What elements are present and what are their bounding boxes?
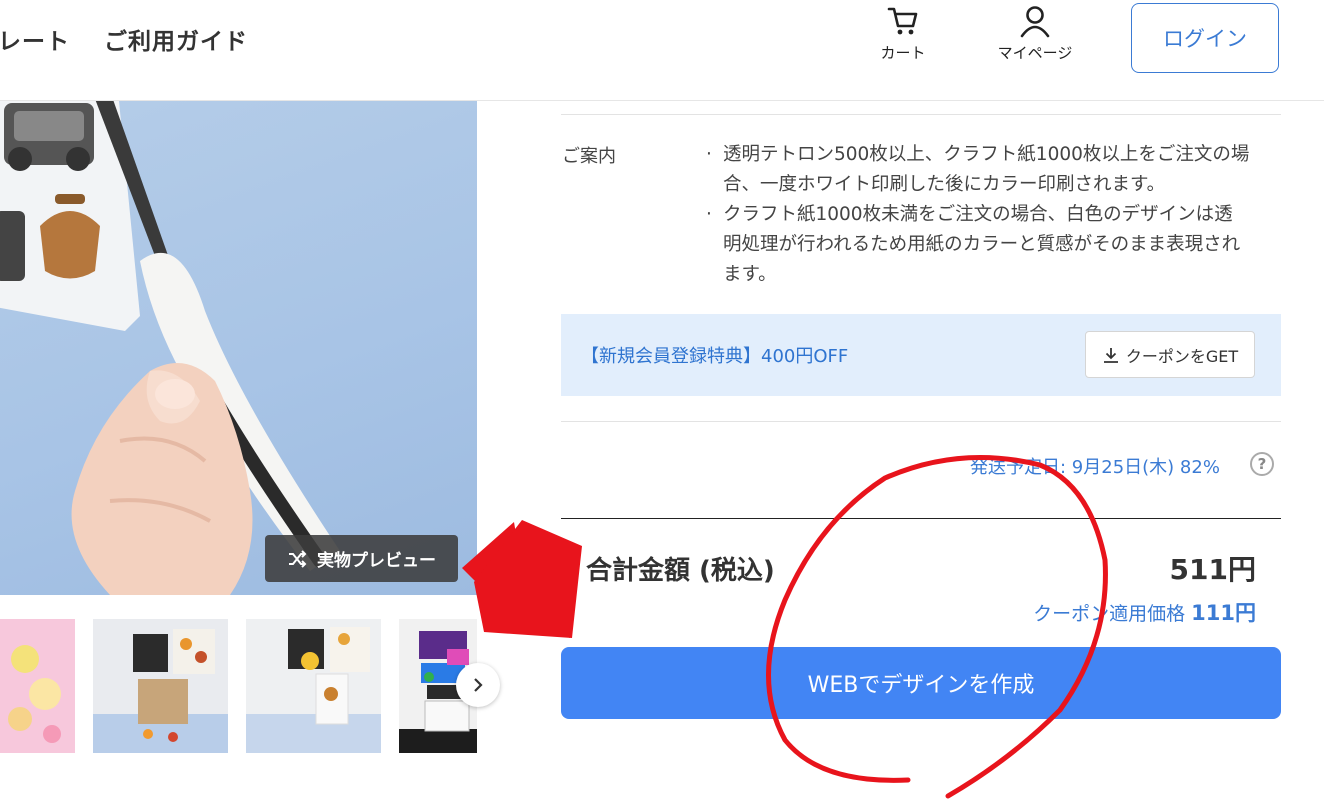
thumbnail-image xyxy=(93,629,228,753)
get-coupon-label: クーポンをGET xyxy=(1125,346,1239,366)
thumbnail-image xyxy=(246,627,381,753)
info-note-line: 透明テトロン500枚以上、クラフト紙1000枚以上をご注文の場 xyxy=(723,144,1250,165)
create-design-button[interactable]: WEBでデザインを作成 xyxy=(561,647,1281,719)
help-icon[interactable]: ? xyxy=(1250,452,1274,476)
annotation-arrow xyxy=(462,522,570,638)
real-preview-label: 実物プレビュー xyxy=(317,551,436,571)
coupon-price: クーポン適用価格 111円 xyxy=(1033,597,1256,627)
info-notes: · 透明テトロン500枚以上、クラフト紙1000枚以上をご注文の場 合、一度ホワ… xyxy=(706,140,1286,290)
coupon-banner: 【新規会員登録特典】400円OFF クーポンをGET xyxy=(561,314,1281,396)
thumbnail-2[interactable] xyxy=(93,619,228,753)
info-note-line: ます。 xyxy=(723,264,777,285)
total-value: 511円 xyxy=(1169,553,1256,586)
real-preview-button[interactable]: 実物プレビュー xyxy=(265,535,458,582)
user-icon xyxy=(1020,6,1050,38)
shipping-date: 発送予定日: 9月25日(木) 82% xyxy=(970,457,1220,478)
nav-item-guide[interactable]: ご利用ガイド xyxy=(104,22,248,56)
mypage-button[interactable]: マイページ xyxy=(980,4,1090,76)
info-note-line: 合、一度ホワイト印刷した後にカラー印刷されます。 xyxy=(723,174,1166,195)
thumbnail-3[interactable] xyxy=(246,619,381,753)
cart-button[interactable]: カート xyxy=(848,4,958,76)
product-main-image[interactable] xyxy=(0,101,477,595)
annotation-arrow-head xyxy=(474,520,582,638)
cart-icon xyxy=(887,7,918,35)
site-header: レート ご利用ガイド カート マイページ ログイン xyxy=(0,0,1324,101)
info-note-line: 明処理が行われるため用紙のカラーと質感がそのまま表現され xyxy=(723,234,1241,255)
chevron-right-icon xyxy=(474,678,483,692)
info-note: · クラフト紙1000枚未満をご注文の場合、白色のデザインは透 明処理が行われる… xyxy=(706,200,1286,290)
product-photo xyxy=(0,101,340,595)
cart-label: カート xyxy=(880,44,926,62)
shuffle-icon xyxy=(289,549,307,568)
info-note: · 透明テトロン500枚以上、クラフト紙1000枚以上をご注文の場 合、一度ホワ… xyxy=(706,140,1286,200)
coupon-price-label: クーポン適用価格 xyxy=(1033,603,1186,625)
mypage-label: マイページ xyxy=(997,44,1073,62)
info-note-line: クラフト紙1000枚未満をご注文の場合、白色のデザインは透 xyxy=(723,204,1233,225)
thumbnail-1[interactable] xyxy=(0,619,75,753)
nav-item-rate[interactable]: レート xyxy=(0,22,70,56)
divider xyxy=(561,114,1281,115)
thumbnail-image xyxy=(8,645,61,743)
download-icon xyxy=(1103,347,1118,363)
total-divider xyxy=(561,518,1281,519)
info-label: ご案内 xyxy=(562,146,616,167)
get-coupon-button[interactable]: クーポンをGET xyxy=(1085,331,1255,378)
total-label: 合計金額 (税込) xyxy=(586,556,775,586)
login-button[interactable]: ログイン xyxy=(1131,3,1279,73)
thumbnail-next-button[interactable] xyxy=(456,663,500,707)
coupon-text: 【新規会員登録特典】400円OFF xyxy=(581,346,849,367)
coupon-price-value: 111円 xyxy=(1191,601,1256,625)
divider xyxy=(561,421,1281,422)
